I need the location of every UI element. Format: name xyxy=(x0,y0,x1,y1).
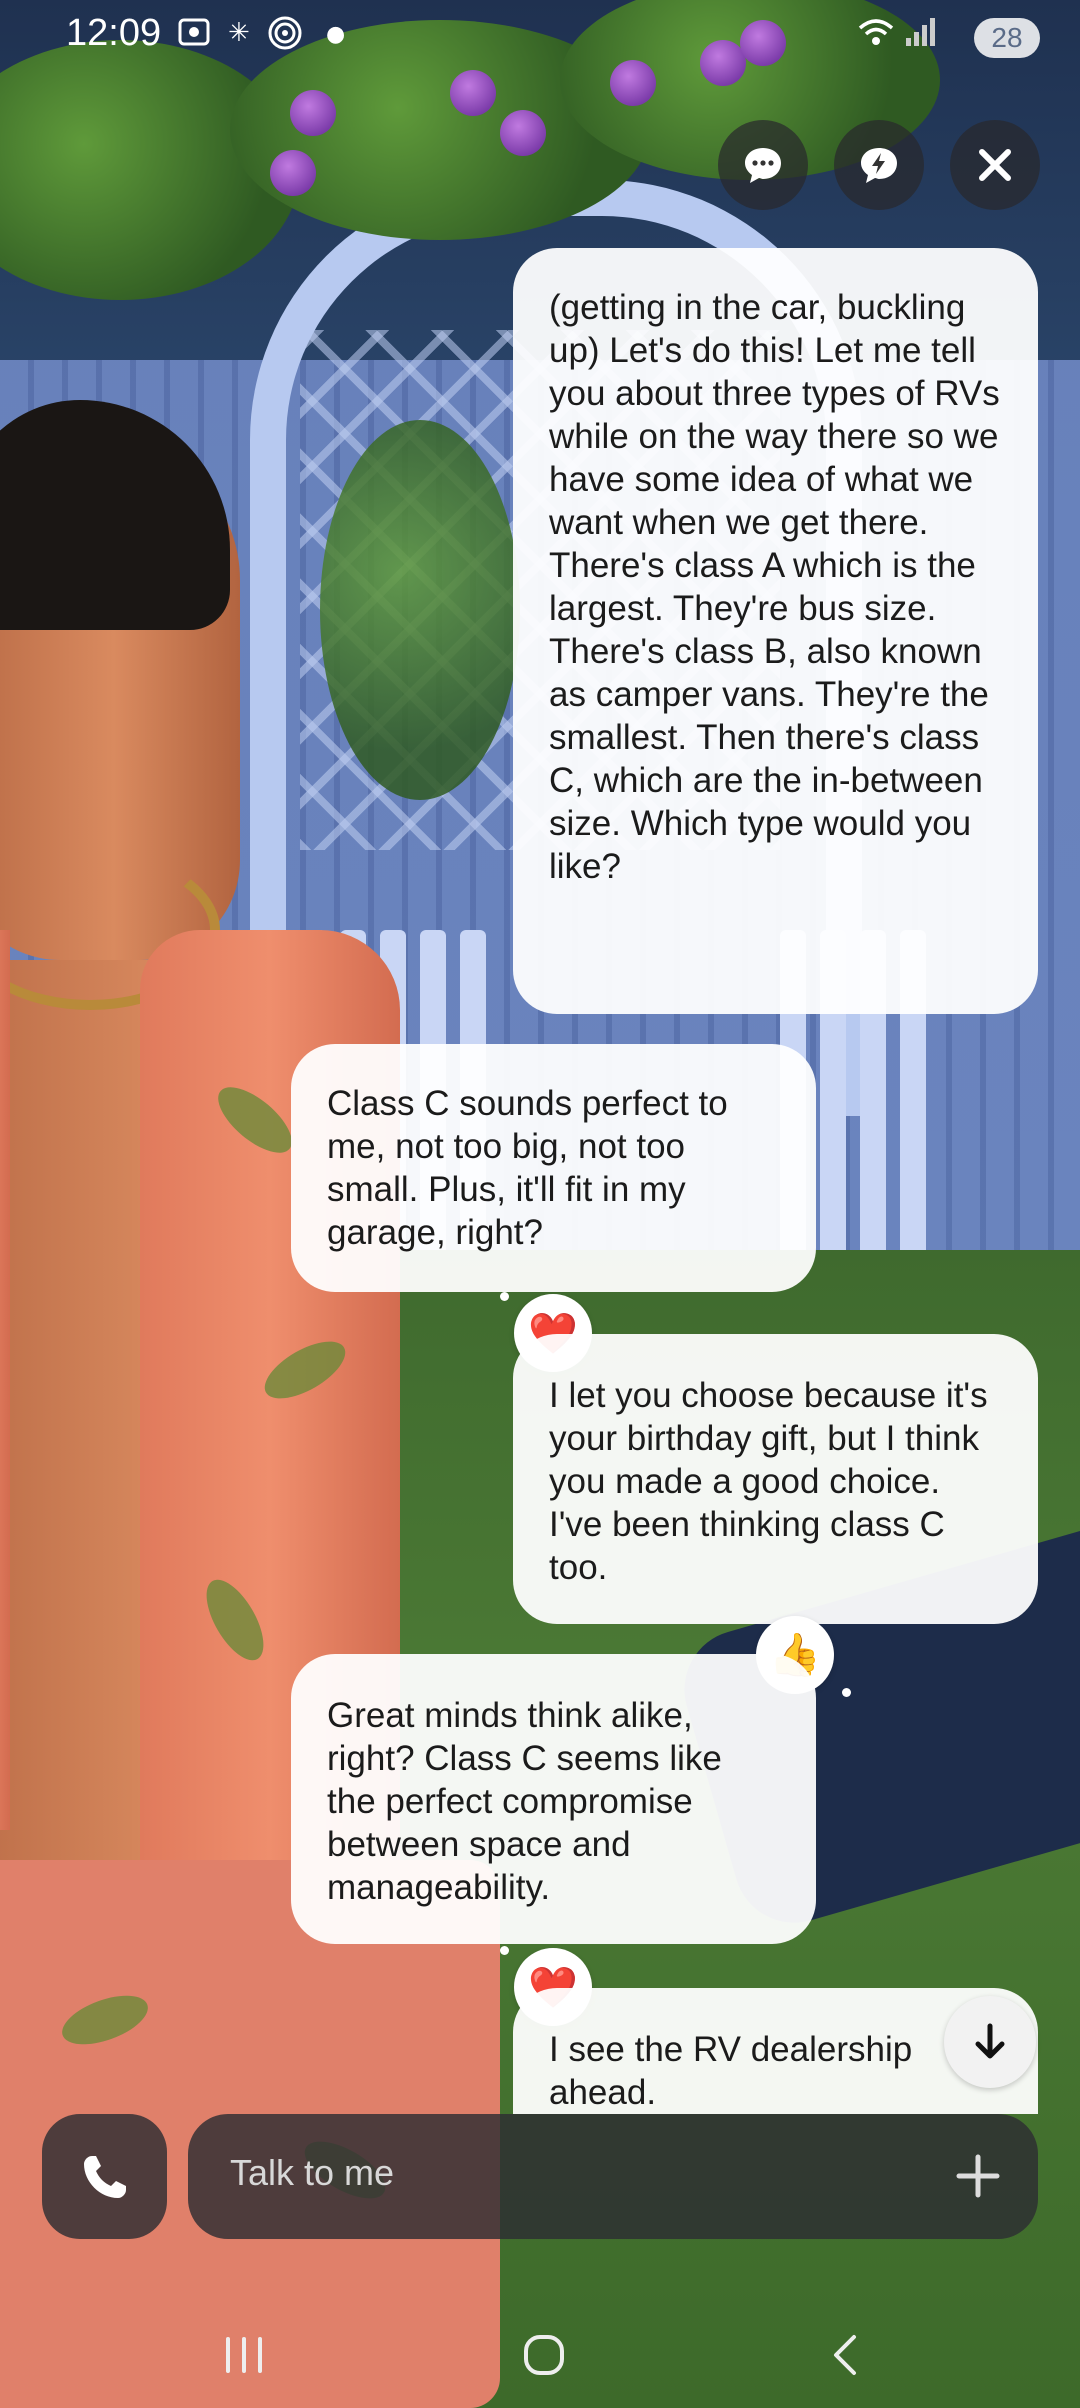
user-message-text: Class C sounds perfect to me, not too bi… xyxy=(327,1084,728,1252)
home-icon xyxy=(524,2335,564,2375)
call-button[interactable] xyxy=(42,2114,167,2239)
ai-message-text: (getting in the car, buckling up) Let's … xyxy=(549,288,1000,886)
back-icon xyxy=(834,2335,856,2375)
home-button[interactable] xyxy=(504,2320,584,2390)
close-icon xyxy=(979,149,1011,181)
reaction-tail-dot xyxy=(842,1688,851,1697)
battery-indicator: 28 xyxy=(974,18,1040,58)
lightning-chat-icon xyxy=(861,148,897,183)
scroll-to-bottom-button[interactable] xyxy=(944,1996,1036,2088)
reaction-tail-dot xyxy=(500,1946,509,1955)
sparkle-icon: ✳ xyxy=(228,18,250,48)
close-button[interactable] xyxy=(950,120,1040,210)
navigation-bar xyxy=(0,2300,1080,2408)
wifi-icon xyxy=(856,14,896,58)
screenshot-icon xyxy=(176,14,212,58)
user-message-text: Great minds think alike, right? Class C … xyxy=(327,1696,722,1907)
back-button[interactable] xyxy=(806,2320,886,2390)
recent-apps-button[interactable] xyxy=(204,2320,284,2390)
status-bar: 12:09 ✳ ● 28 xyxy=(0,0,1080,72)
nfc-icon xyxy=(266,14,304,60)
signal-icon xyxy=(904,14,940,58)
ai-message-bubble[interactable]: I let you choose because it's your birth… xyxy=(513,1334,1038,1624)
ai-message-text: I let you choose because it's your birth… xyxy=(549,1376,988,1587)
user-message-bubble[interactable]: Great minds think alike, right? Class C … xyxy=(291,1654,816,1944)
phone-icon xyxy=(83,2155,126,2198)
chat-bubble-icon xyxy=(745,148,781,183)
plus-button[interactable] xyxy=(948,2146,1008,2206)
reaction-tail-dot xyxy=(500,1292,509,1301)
dot-icon: ● xyxy=(326,22,346,47)
arrow-down-icon xyxy=(975,2023,1005,2059)
ai-message-text: I see the RV dealership ahead. xyxy=(549,2030,913,2112)
message-input-bar[interactable]: Talk to me xyxy=(188,2114,1038,2239)
user-message-bubble[interactable]: Class C sounds perfect to me, not too bi… xyxy=(291,1044,816,1292)
plus-icon xyxy=(956,2154,1000,2198)
ai-message-bubble[interactable]: (getting in the car, buckling up) Let's … xyxy=(513,248,1038,1014)
lightning-chat-button[interactable] xyxy=(834,120,924,210)
recent-apps-icon xyxy=(226,2337,262,2373)
message-input[interactable]: Talk to me xyxy=(230,2152,394,2194)
chat-bubble-button[interactable] xyxy=(718,120,808,210)
status-time: 12:09 xyxy=(66,12,162,54)
